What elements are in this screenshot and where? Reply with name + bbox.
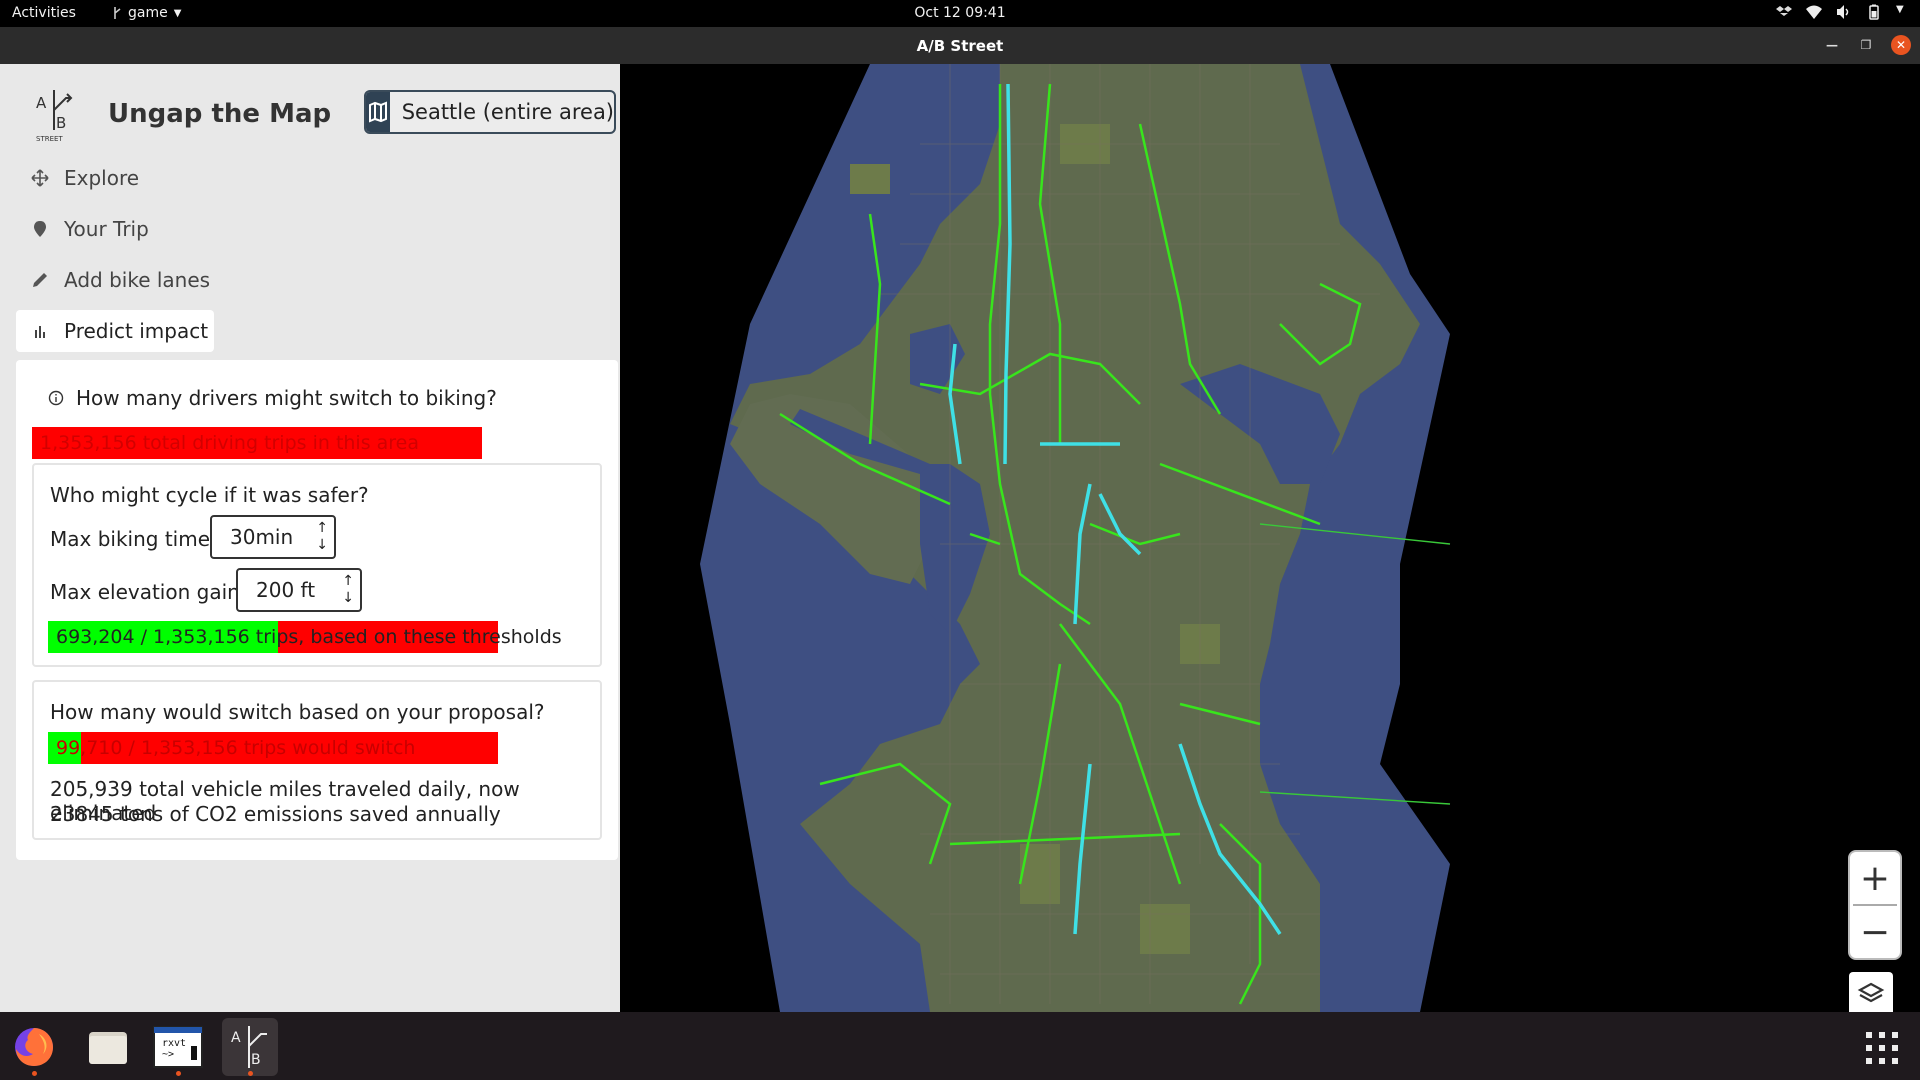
impact-question: How many drivers might switch to biking? [48, 386, 497, 410]
map-icon [366, 92, 390, 132]
dock-abstreet[interactable]: A B [222, 1018, 278, 1076]
chart-icon [30, 321, 50, 341]
max-elevation-spinner[interactable]: 200 ft ↑ ↓ [236, 568, 362, 612]
max-elevation-value: 200 ft [256, 578, 316, 602]
nav-predict-impact-label: Predict impact [64, 319, 209, 343]
co2-stat: 23845 tons of CO2 emissions saved annual… [50, 802, 501, 826]
svg-text:B: B [56, 114, 66, 132]
dock-files[interactable] [80, 1018, 136, 1076]
proposal-subcard: How many would switch based on your prop… [32, 680, 602, 840]
map-selector-label: Seattle (entire area) [401, 100, 614, 124]
svg-text:STREET: STREET [36, 135, 63, 143]
clock[interactable]: Oct 12 09:41 [0, 5, 1920, 21]
window-title: A/B Street [916, 37, 1004, 55]
map-selector-button[interactable]: Seattle (entire area) [364, 90, 616, 134]
switch-bar: 99,710 / 1,353,156 trips would switch [48, 732, 498, 764]
total-trips-bar-text: 1,353,156 total driving trips in this ar… [40, 432, 420, 454]
minimize-icon[interactable]: — [1822, 35, 1842, 55]
volume-icon[interactable] [1836, 4, 1852, 20]
spinner-arrows-icon[interactable]: ↑ ↓ [342, 573, 354, 607]
nav-add-bike-lanes[interactable]: Add bike lanes [16, 259, 216, 301]
folder-icon [89, 1032, 127, 1064]
switch-bar-text: 99,710 / 1,353,156 trips would switch [56, 737, 416, 759]
layers-button[interactable] [1849, 972, 1893, 1012]
pencil-icon [30, 270, 50, 290]
running-indicator [248, 1071, 253, 1076]
dropbox-icon[interactable] [1776, 4, 1792, 20]
nav-explore[interactable]: Explore [16, 157, 216, 199]
dock: rxvt ~> A B [0, 1012, 1920, 1080]
safer-subcard: Who might cycle if it was safer? Max bik… [32, 463, 602, 667]
zoom-controls: + − [1848, 850, 1902, 960]
predict-impact-card: How many drivers might switch to biking?… [16, 360, 618, 860]
seattle-map[interactable] [620, 64, 1920, 1012]
rxvt-prompt: ~> [162, 1049, 175, 1060]
total-trips-bar: 1,353,156 total driving trips in this ar… [32, 427, 482, 459]
layers-icon [1857, 982, 1885, 1003]
running-indicator [32, 1071, 37, 1076]
impact-question-text: How many drivers might switch to biking? [76, 386, 497, 410]
system-top-bar: Activities game ▼ Oct 12 09:41 ▼ [0, 0, 1920, 27]
svg-text:A: A [36, 94, 47, 112]
zoom-out-button[interactable]: − [1850, 906, 1900, 958]
rxvt-label: rxvt [162, 1038, 187, 1049]
proposal-heading: How many would switch based on your prop… [50, 700, 545, 724]
move-icon [30, 168, 50, 188]
close-icon[interactable]: ✕ [1891, 35, 1911, 55]
wifi-icon[interactable] [1806, 4, 1822, 20]
battery-icon[interactable] [1866, 4, 1882, 20]
spinner-arrows-icon[interactable]: ↑ ↓ [316, 520, 328, 554]
nav-your-trip-label: Your Trip [64, 217, 149, 241]
max-biking-time-spinner[interactable]: 30min ↑ ↓ [210, 515, 336, 559]
abstreet-logo[interactable]: A B STREET [34, 86, 78, 144]
dock-rxvt[interactable]: rxvt ~> [150, 1018, 206, 1076]
restore-icon[interactable]: ❐ [1856, 35, 1876, 55]
thresholds-bar-text: 693,204 / 1,353,156 trips, based on thes… [56, 626, 562, 648]
nav-explore-label: Explore [64, 166, 140, 190]
app-title: Ungap the Map [108, 99, 332, 129]
system-menu-chevron-icon[interactable]: ▼ [1896, 4, 1906, 20]
nav-add-bike-lanes-label: Add bike lanes [64, 268, 211, 292]
max-biking-time-value: 30min [230, 525, 294, 549]
nav-your-trip[interactable]: Your Trip [16, 208, 216, 250]
window-titlebar: A/B Street — ❐ ✕ [0, 27, 1920, 64]
max-elevation-label: Max elevation gain [50, 580, 240, 604]
zoom-in-button[interactable]: + [1850, 852, 1900, 904]
pin-icon [30, 219, 50, 239]
firefox-icon [15, 1028, 53, 1066]
nav-predict-impact[interactable]: Predict impact [16, 310, 214, 352]
running-indicator [176, 1071, 181, 1076]
show-apps-grid-icon[interactable] [1866, 1032, 1898, 1064]
left-panel: A B STREET Ungap the Map Seattle (entire… [0, 64, 620, 1012]
system-tray[interactable]: ▼ [1776, 4, 1906, 20]
abstreet-icon: A B [231, 1026, 267, 1068]
info-icon[interactable] [48, 390, 64, 406]
max-biking-time-label: Max biking time [50, 527, 211, 551]
map-canvas[interactable]: + − [620, 64, 1920, 1012]
svg-text:A: A [231, 1030, 241, 1046]
dock-firefox[interactable] [6, 1018, 62, 1076]
safer-heading: Who might cycle if it was safer? [50, 483, 369, 507]
svg-text:B: B [251, 1052, 261, 1068]
thresholds-bar: 693,204 / 1,353,156 trips, based on thes… [48, 621, 568, 653]
